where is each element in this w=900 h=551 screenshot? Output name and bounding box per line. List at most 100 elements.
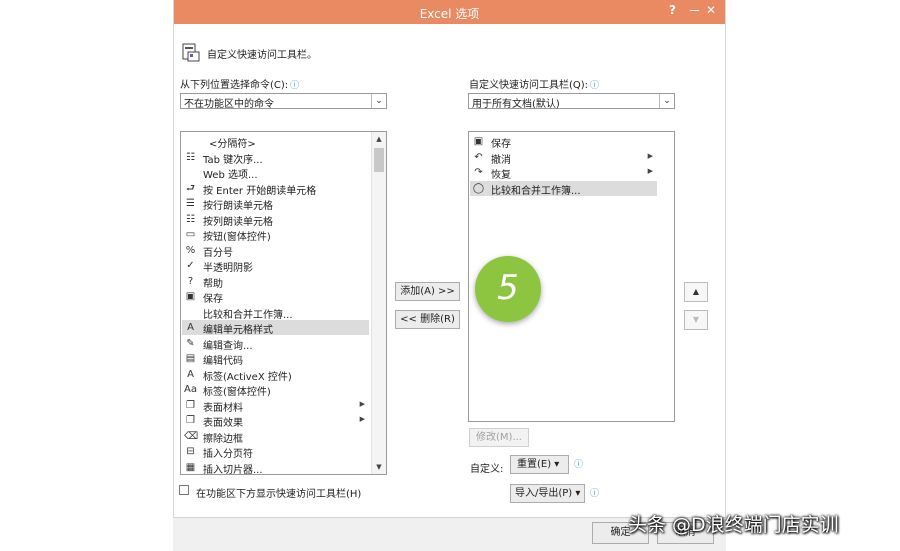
window-title: Excel 选项 (419, 7, 480, 21)
command-icon: ⊟ (186, 446, 195, 457)
command-icon: ⌫ (184, 430, 199, 442)
chevron-down-icon[interactable]: ⌄ (659, 94, 674, 108)
command-icon: ✓ (186, 260, 195, 271)
list-item[interactable]: ❐ 表面材料 ▶ (182, 398, 369, 414)
list-item-label: <分隔符> (209, 139, 256, 150)
customize-label: 自定义: (470, 464, 504, 475)
command-icon: A (187, 368, 194, 380)
info-icon: ⓘ (590, 489, 600, 499)
list-item-label: 百分号 (203, 247, 233, 259)
list-item[interactable]: ▣ 保存 (470, 134, 657, 150)
move-down-button[interactable]: ▼ (684, 310, 708, 330)
submenu-arrow-icon: ▶ (647, 167, 653, 175)
list-item[interactable]: ✎ 编辑查询... (182, 336, 369, 352)
list-item[interactable]: 比较和合并工作簿... (182, 305, 369, 321)
toolbar-scope-select[interactable]: 用于所有文档(默认) ⌄ (468, 93, 675, 110)
list-item-label: 比较和合并工作簿... (203, 309, 293, 321)
scroll-down-icon[interactable]: ▼ (372, 460, 386, 474)
command-icon (184, 135, 197, 148)
list-item[interactable]: ▤ 编辑代码 (182, 351, 369, 367)
command-icon: ▦ (185, 461, 196, 473)
section-title: 自定义快速访问工具栏。 (207, 50, 317, 61)
list-item-label: Web 选项... (203, 170, 258, 181)
list-item-label: 按钮(窗体控件) (203, 232, 271, 243)
reset-button[interactable]: 重置(E) ▾ (510, 455, 569, 474)
list-item[interactable]: Aa 标签(窗体控件) (182, 382, 369, 398)
list-item[interactable]: ▦ 插入切片器... (182, 460, 369, 475)
list-item-label: 按列朗读单元格 (203, 216, 273, 228)
command-icon: ▭ (185, 229, 196, 240)
list-item[interactable]: ? 帮助 (182, 274, 369, 290)
list-item-label: 编辑单元格样式 (203, 325, 273, 336)
list-item[interactable]: ↷ 恢复 ▶ (470, 165, 657, 181)
command-icon: A (187, 322, 194, 333)
info-icon: ⓘ (574, 460, 584, 470)
left-list-scrollbar[interactable]: ▲ ▼ (371, 132, 386, 474)
list-item[interactable]: ⮐ 按 Enter 开始朗读单元格 (182, 181, 369, 197)
commands-source-select[interactable]: 不在功能区中的命令 ⌄ (180, 93, 387, 110)
list-item[interactable]: ✓ 半透明阴影 (182, 258, 369, 274)
modify-button[interactable]: 修改(M)... (469, 428, 529, 447)
list-item-label: 保存 (491, 139, 511, 150)
scroll-up-icon[interactable]: ▲ (372, 132, 386, 146)
checkbox-label: 在功能区下方显示快速访问工具栏(H) (196, 489, 362, 500)
list-item-label: 帮助 (203, 278, 223, 290)
add-button[interactable]: 添加(A) >> (395, 282, 460, 301)
select-value: 用于所有文档(默认) (472, 99, 560, 110)
command-icon: ▣ (473, 136, 484, 147)
help-icon[interactable]: ? (669, 3, 676, 17)
list-item[interactable]: ⊟ 插入分页符 (182, 444, 369, 460)
command-icon: ▣ (185, 291, 196, 302)
list-item[interactable]: ☷ Tab 键次序... (182, 150, 369, 166)
list-item[interactable]: Web 选项... (182, 165, 369, 181)
command-icon (184, 306, 197, 319)
command-icon (184, 166, 197, 179)
list-item-label: 撤消 (491, 154, 511, 166)
list-item[interactable]: A 编辑单元格样式 (182, 320, 369, 336)
command-icon: ↷ (474, 167, 483, 178)
command-icon: ☰ (186, 198, 195, 209)
list-item-label: 按 Enter 开始朗读单元格 (203, 185, 317, 197)
list-item-label: 比较和合并工作簿... (491, 185, 581, 197)
command-icon: ❐ (186, 399, 195, 411)
list-item-label: 表面效果 (203, 418, 243, 429)
show-below-ribbon-checkbox[interactable] (179, 485, 189, 495)
list-item-label: 擦除边框 (203, 433, 243, 445)
remove-button[interactable]: << 删除(R) (395, 310, 460, 329)
list-item[interactable]: ◯ 比较和合并工作簿... (470, 180, 657, 197)
info-icon: ⓘ (290, 81, 300, 91)
list-item[interactable]: A 标签(ActiveX 控件) (182, 367, 369, 383)
command-icon: ? (187, 275, 194, 287)
list-item[interactable]: % 百分号 (182, 243, 369, 259)
list-item-label: 保存 (203, 294, 223, 305)
minimize-icon[interactable] (688, 2, 702, 14)
command-icon: ✎ (186, 337, 195, 349)
import-export-button[interactable]: 导入/导出(P) ▾ (510, 484, 585, 503)
chevron-down-icon[interactable]: ⌄ (371, 94, 386, 108)
list-item-label: 表面材料 (203, 402, 243, 414)
list-item[interactable]: ↶ 撤消 ▶ (470, 150, 657, 166)
step-badge: 5 (475, 256, 541, 322)
list-item[interactable]: <分隔符> (182, 134, 369, 150)
right-target-label: 自定义快速访问工具栏(Q): ⓘ (469, 80, 600, 91)
close-icon[interactable]: ✕ (706, 3, 716, 17)
list-item-label: Tab 键次序... (203, 154, 263, 166)
command-icon: ⮐ (186, 182, 195, 194)
scroll-thumb[interactable] (374, 148, 384, 172)
submenu-arrow-icon: ▶ (359, 415, 365, 423)
list-item[interactable]: ☰ 按行朗读单元格 (182, 196, 369, 212)
available-commands-list[interactable]: ▲ ▼ <分隔符> ☷ Tab 键次序... Web 选项... ⮐ 按 Enter 开始… (180, 131, 387, 475)
command-icon: ☷ (186, 151, 195, 163)
info-icon: ⓘ (590, 81, 600, 91)
list-item-label: 标签(窗体控件) (203, 387, 271, 398)
list-item[interactable]: ☷ 按列朗读单元格 (182, 212, 369, 228)
command-icon: ◯ (472, 182, 485, 194)
toolbar-customize-icon (182, 43, 200, 62)
move-up-button[interactable]: ▲ (684, 282, 708, 302)
list-item[interactable]: ❐ 表面效果 ▶ (182, 413, 369, 429)
list-item[interactable]: ▭ 按钮(窗体控件) (182, 227, 369, 243)
list-item[interactable]: ▣ 保存 (182, 289, 369, 305)
list-item[interactable]: ⌫ 擦除边框 (182, 429, 369, 445)
list-item-label: 标签(ActiveX 控件) (203, 371, 292, 383)
submenu-arrow-icon: ▶ (359, 399, 365, 408)
